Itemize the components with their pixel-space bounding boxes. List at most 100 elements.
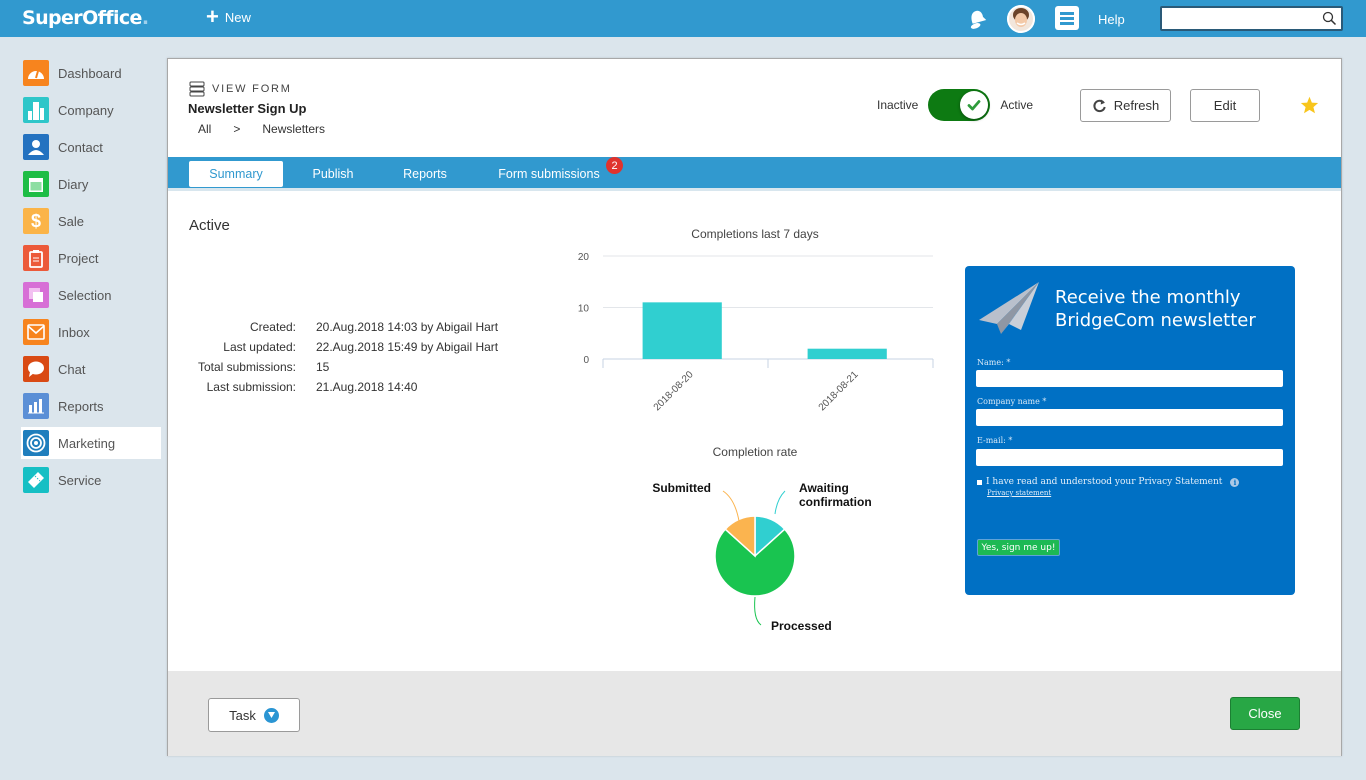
pie-connector (774, 490, 786, 515)
new-button[interactable]: + New (206, 6, 251, 28)
diary-icon (23, 171, 49, 197)
sidebar-item-label: Selection (58, 287, 112, 303)
sidebar-item-sale[interactable]: $ Sale (21, 205, 161, 237)
active-toggle[interactable] (928, 89, 991, 121)
detail-value: 22.Aug.2018 15:49 by Abigail Hart (316, 340, 499, 354)
email-field[interactable] (976, 449, 1283, 466)
sidebar-item-label: Reports (58, 398, 104, 414)
sidebar-item-marketing[interactable]: Marketing (21, 427, 161, 459)
sidebar-item-inbox[interactable]: Inbox (21, 316, 161, 348)
form-panel: VIEW FORM Newsletter Sign Up All > Newsl… (167, 58, 1342, 756)
search-box (1160, 6, 1343, 31)
project-icon (23, 245, 49, 271)
form-list-icon (189, 81, 205, 97)
logo-dot: . (141, 7, 149, 29)
form-details: Created: 20.Aug.2018 14:03 by Abigail Har… (188, 317, 498, 397)
sidebar-item-contact[interactable]: Contact (21, 131, 161, 163)
dashboard-icon (23, 60, 49, 86)
email-field-label: E-mail: * (977, 436, 1013, 445)
detail-label: Created: (249, 320, 296, 334)
sidebar-item-label: Dashboard (58, 65, 122, 81)
toggle-inactive-label: Inactive (877, 98, 919, 112)
contact-icon (23, 134, 49, 160)
form-status: Active (189, 217, 230, 234)
marketing-icon (23, 430, 49, 456)
newsletter-form-preview: Receive the monthly BridgeCom newsletter… (965, 266, 1295, 595)
sidebar-item-label: Contact (58, 139, 103, 155)
user-avatar[interactable] (1007, 5, 1035, 33)
consent-checkbox[interactable] (977, 479, 982, 485)
privacy-statement-link[interactable]: Privacy statement (987, 489, 1051, 497)
top-bar: SuperOffice. + New Help (0, 0, 1366, 37)
sidebar-item-label: Chat (58, 361, 86, 377)
x-tick-label: 2018-08-21 (817, 369, 861, 413)
chat-icon (23, 356, 49, 382)
sign-up-button[interactable]: Yes, sign me up! (977, 539, 1060, 556)
search-input[interactable] (1162, 8, 1317, 29)
pie-label: Submitted (652, 481, 711, 495)
y-tick-label: 10 (578, 304, 590, 315)
tab-publish-label: Publish (312, 167, 354, 181)
company-name-field[interactable] (976, 409, 1283, 426)
company-icon (23, 97, 49, 123)
toggle-knob (960, 91, 989, 119)
favorite-star-icon[interactable] (1300, 96, 1319, 119)
tab-form-submissions[interactable]: Form submissions 2 (493, 157, 623, 187)
y-tick-label: 0 (583, 355, 589, 366)
sidebar-item-selection[interactable]: Selection (21, 279, 161, 311)
active-toggle-group: Inactive Active (877, 89, 1033, 121)
breadcrumb-newsletters[interactable]: Newsletters (262, 122, 325, 136)
preview-heading-line2: BridgeCom newsletter (1055, 310, 1256, 331)
preview-heading-line1: Receive the monthly (1055, 287, 1241, 308)
superoffice-logo[interactable]: SuperOffice. (22, 7, 149, 29)
sidebar-item-company[interactable]: Company (21, 94, 161, 126)
chevron-down-icon (263, 707, 279, 723)
sidebar-item-dashboard[interactable]: Dashboard (21, 57, 161, 89)
sidebar-item-project[interactable]: Project (21, 242, 161, 274)
tab-summary[interactable]: Summary (189, 161, 283, 187)
pie-chart-title: Completion rate (712, 445, 798, 459)
refresh-button[interactable]: Refresh (1080, 89, 1171, 122)
main-menu-icon[interactable] (1055, 6, 1079, 30)
selection-icon (23, 282, 49, 308)
completions-bar-chart: 0 10 20 2018-08-20 2018-08-21 (578, 252, 934, 413)
toggle-active-label: Active (1000, 98, 1034, 112)
sidebar-item-service[interactable]: Service (21, 464, 161, 496)
bar (642, 302, 722, 359)
view-form-header: VIEW FORM (189, 81, 292, 97)
edit-button[interactable]: Edit (1190, 89, 1260, 122)
name-field[interactable] (976, 370, 1283, 387)
breadcrumb-separator: > (233, 122, 241, 136)
tab-publish[interactable]: Publish (298, 161, 368, 187)
detail-row: Last submission: 21.Aug.2018 14:40 (188, 377, 498, 397)
new-label: New (224, 9, 251, 25)
info-icon[interactable]: i (1230, 477, 1240, 487)
submissions-count-badge: 2 (606, 157, 623, 174)
help-link[interactable]: Help (1098, 12, 1125, 27)
consent-row: I have read and understood your Privacy … (977, 477, 1240, 487)
view-form-label: VIEW FORM (212, 83, 292, 95)
completion-rate-pie-chart: Awaiting confirmation Processed Submitted (652, 481, 871, 633)
tab-reports[interactable]: Reports (390, 161, 460, 187)
breadcrumb-all[interactable]: All (198, 122, 211, 136)
check-icon (967, 100, 981, 111)
tab-summary-label: Summary (209, 167, 263, 181)
sidebar-item-label: Service (58, 472, 102, 488)
sidebar-item-diary[interactable]: Diary (21, 168, 161, 200)
close-button[interactable]: Close (1230, 697, 1300, 730)
sidebar-item-label: Company (58, 102, 114, 118)
task-dropdown-button[interactable]: Task (208, 698, 300, 732)
sidebar-item-chat[interactable]: Chat (21, 353, 161, 385)
panel-footer: Task Close (168, 671, 1341, 756)
task-label: Task (229, 707, 256, 723)
detail-value: 21.Aug.2018 14:40 (316, 380, 418, 394)
pie-connector (754, 596, 762, 626)
sidebar: Dashboard Company Contact Diary $ Sale Project… (21, 57, 161, 501)
bar-chart-title: Completions last 7 days (691, 227, 819, 241)
sidebar-item-reports[interactable]: Reports (21, 390, 161, 422)
company-field-label: Company name * (977, 397, 1047, 406)
refresh-label: Refresh (1113, 98, 1160, 113)
search-icon[interactable] (1322, 11, 1337, 31)
reports-icon (23, 393, 49, 419)
notification-bell-icon[interactable] (966, 7, 988, 29)
